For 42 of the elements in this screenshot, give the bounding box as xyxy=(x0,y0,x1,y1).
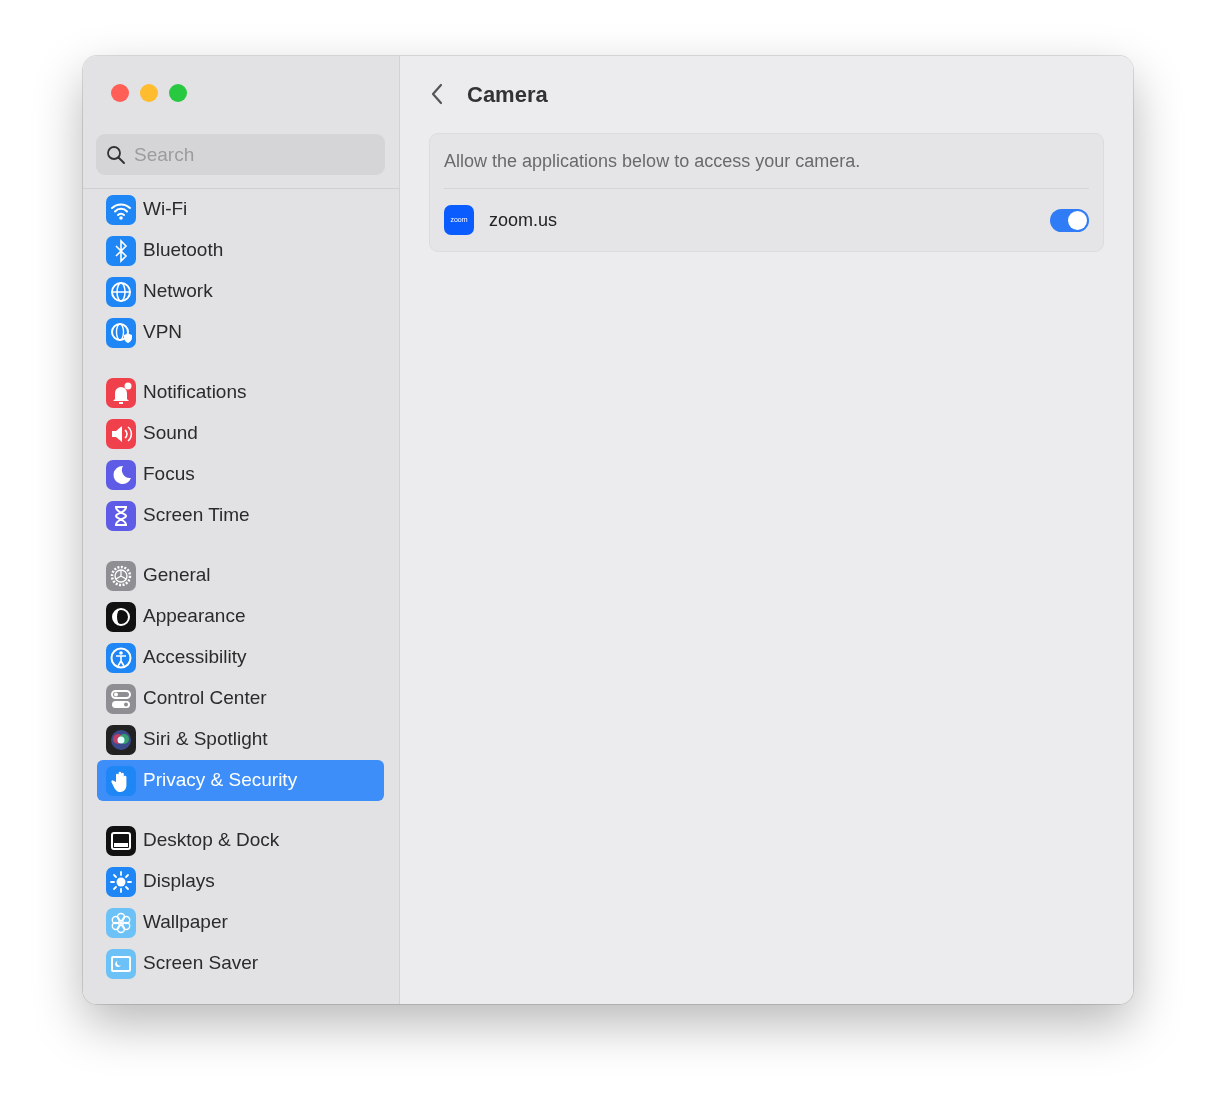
sidebar-item[interactable]: Wallpaper xyxy=(97,902,384,943)
gear-icon xyxy=(106,560,136,591)
close-button[interactable] xyxy=(111,84,129,102)
sidebar-item[interactable]: Appearance xyxy=(97,596,384,637)
toggle-switch[interactable] xyxy=(1050,208,1089,232)
sidebar-item[interactable]: Siri & Spotlight xyxy=(97,719,384,760)
speaker-icon xyxy=(106,418,136,449)
description-text: Allow the applications below to access your camera. xyxy=(444,134,1089,189)
moon-icon xyxy=(106,459,136,490)
bluetooth-icon xyxy=(106,235,136,266)
wifi-icon xyxy=(106,194,136,225)
hand-icon xyxy=(106,765,136,796)
bell-icon xyxy=(106,377,136,408)
sidebar-item[interactable]: Control Center xyxy=(97,678,384,719)
sidebar-item[interactable]: Screen Time xyxy=(97,495,384,536)
minimize-button[interactable] xyxy=(140,84,158,102)
sidebar-item[interactable]: Wi-Fi xyxy=(97,189,384,230)
page-title: Camera xyxy=(467,80,548,109)
sidebar-item[interactable]: General xyxy=(97,555,384,596)
screen-icon xyxy=(106,948,136,979)
sidebar-item[interactable]: Screen Saver xyxy=(97,943,384,984)
globe-icon xyxy=(106,276,136,307)
dock-icon xyxy=(106,825,136,856)
orb-icon xyxy=(106,724,136,755)
search-field[interactable]: Search xyxy=(96,134,385,175)
zoom-button[interactable] xyxy=(169,84,187,102)
globe-shield-icon xyxy=(106,317,136,348)
sidebar-item[interactable]: Bluetooth xyxy=(97,230,384,271)
sidebar-item[interactable]: Desktop & Dock xyxy=(97,820,384,861)
sidebar-item[interactable]: Focus xyxy=(97,454,384,495)
sidebar-item[interactable]: Notifications xyxy=(97,372,384,413)
sidebar-item[interactable]: Network xyxy=(97,271,384,312)
sidebar-item[interactable]: VPN xyxy=(97,312,384,353)
app-name: zoom.us xyxy=(489,208,559,232)
sidebar-item[interactable]: Sound xyxy=(97,413,384,454)
sidebar-item[interactable]: Displays xyxy=(97,861,384,902)
back-icon[interactable] xyxy=(429,82,445,106)
hourglass-icon xyxy=(106,500,136,531)
sun-icon xyxy=(106,866,136,897)
flower-icon xyxy=(106,907,136,938)
switches-icon xyxy=(106,683,136,714)
sidebar-item[interactable]: Accessibility xyxy=(97,637,384,678)
